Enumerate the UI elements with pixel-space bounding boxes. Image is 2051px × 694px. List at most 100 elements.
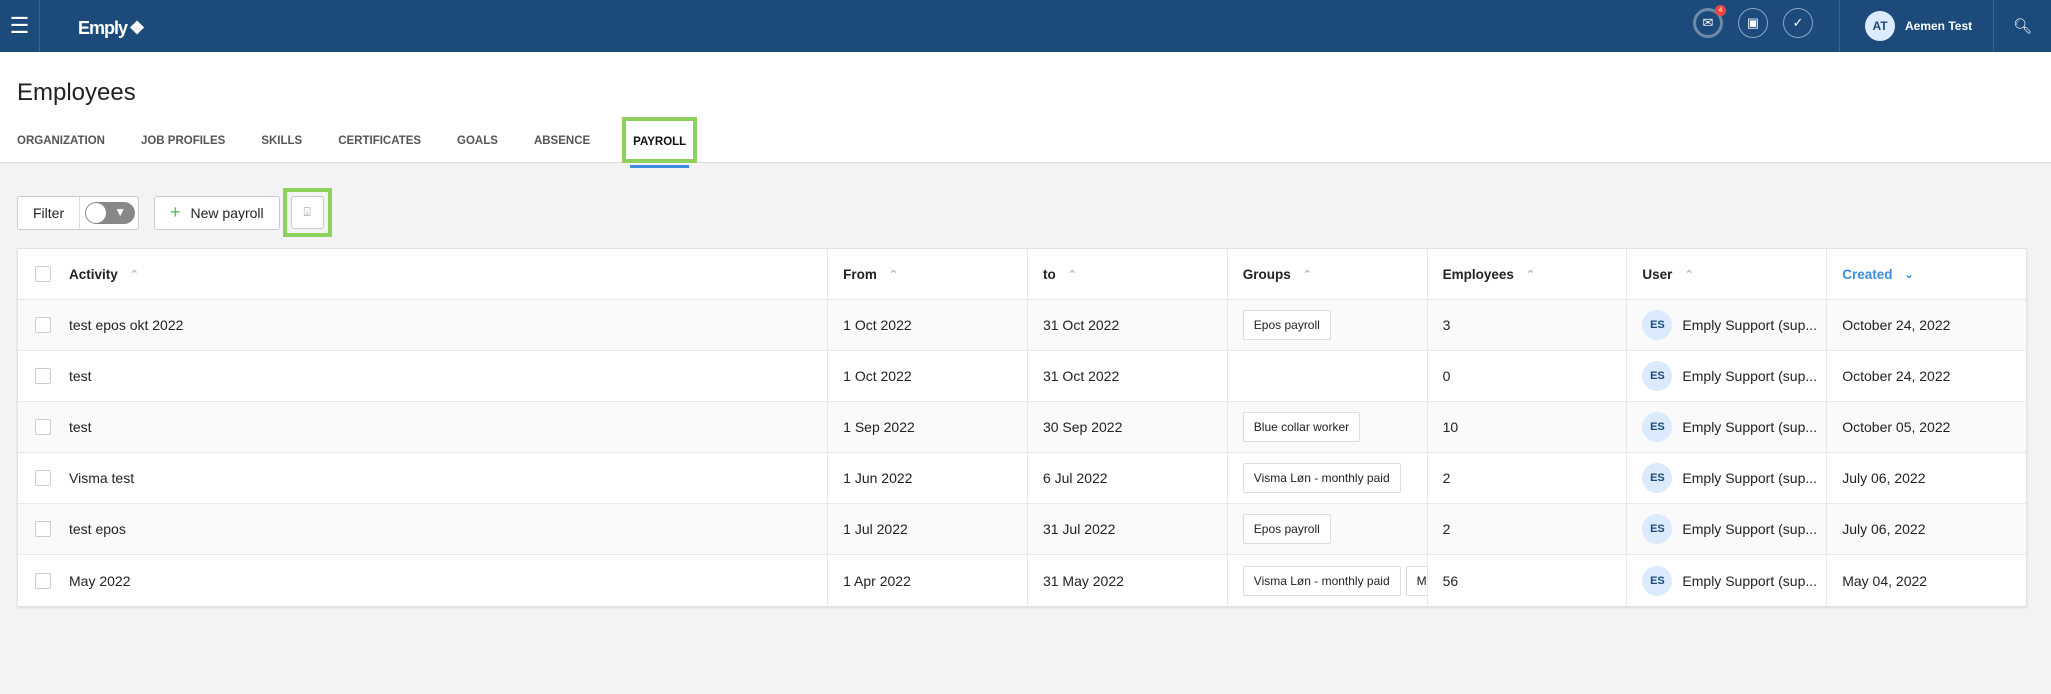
row-checkbox[interactable] bbox=[35, 572, 51, 589]
activity-name[interactable]: test epos bbox=[69, 521, 126, 537]
table-row[interactable]: May 2022 1 Apr 2022 31 May 2022 Visma Løn -… bbox=[18, 555, 2026, 606]
sort-desc-icon[interactable]: ⌄ bbox=[1905, 268, 1914, 281]
notification-badge: 4 bbox=[1715, 5, 1726, 16]
export-button[interactable]: ⍗ bbox=[290, 196, 324, 229]
tab-job-profiles[interactable]: JOB PROFILES bbox=[141, 129, 225, 163]
employee-count: 10 bbox=[1442, 419, 1459, 435]
from-date: 1 Apr 2022 bbox=[843, 572, 911, 589]
table-row[interactable]: test 1 Sep 2022 30 Sep 2022 Blue collar wor… bbox=[18, 402, 2026, 453]
created-cell: July 06, 2022 bbox=[1826, 453, 2026, 503]
to-cell: 31 May 2022 bbox=[1026, 555, 1227, 606]
employee-count: 3 bbox=[1442, 317, 1451, 333]
created-date: October 05, 2022 bbox=[1842, 419, 1951, 435]
activity-name[interactable]: test bbox=[69, 419, 92, 435]
row-checkbox[interactable] bbox=[35, 317, 51, 333]
from-date: 1 Sep 2022 bbox=[843, 419, 915, 435]
column-header-label: Groups bbox=[1242, 266, 1291, 282]
row-checkbox[interactable] bbox=[35, 470, 51, 486]
activity-cell: test bbox=[18, 351, 827, 401]
to-date: 6 Jul 2022 bbox=[1042, 470, 1108, 486]
to-cell: 31 Jul 2022 bbox=[1026, 504, 1227, 554]
activity-name[interactable]: May 2022 bbox=[69, 573, 130, 589]
column-header-created[interactable]: Created ⌄ bbox=[1826, 249, 2026, 299]
logo[interactable]: Emply ❖ bbox=[76, 12, 145, 41]
messages-button[interactable]: ✉ 4 bbox=[1693, 5, 1726, 38]
search-icon: 🔍︎ bbox=[2012, 18, 2033, 35]
sort-asc-icon[interactable]: ⌃ bbox=[889, 268, 898, 281]
tab-payroll[interactable]: PAYROLL bbox=[622, 117, 698, 168]
group-tag: Visma Løn - monthly paid bbox=[1242, 565, 1401, 596]
activity-name[interactable]: test epos okt 2022 bbox=[69, 317, 183, 333]
new-payroll-button[interactable]: + New payroll bbox=[154, 195, 280, 230]
from-cell: 1 Jul 2022 bbox=[827, 504, 1027, 554]
groups-cell: Epos payroll bbox=[1226, 300, 1427, 350]
plus-icon: + bbox=[170, 202, 181, 222]
user-avatar: ES bbox=[1642, 412, 1673, 442]
calendar-button[interactable]: ▣ bbox=[1738, 8, 1768, 38]
column-header-employees[interactable]: Employees ⌃ bbox=[1426, 249, 1627, 299]
user-name: Emply Support (sup... bbox=[1682, 368, 1818, 384]
table-row[interactable]: Visma test 1 Jun 2022 6 Jul 2022 Visma Løn … bbox=[18, 453, 2026, 504]
menu-icon[interactable]: ☰ bbox=[0, 0, 40, 52]
created-cell: October 24, 2022 bbox=[1826, 351, 2026, 401]
column-header-from[interactable]: From ⌃ bbox=[827, 249, 1027, 299]
table-row[interactable]: test 1 Oct 2022 31 Oct 2022 0 ES Emply Suppor… bbox=[18, 351, 2026, 402]
group-tag: Visma Løn - monthly paid bbox=[1242, 463, 1401, 493]
created-cell: October 05, 2022 bbox=[1826, 402, 2026, 452]
tasks-button[interactable]: ✓ bbox=[1783, 8, 1813, 38]
from-cell: 1 Apr 2022 bbox=[827, 555, 1027, 606]
filter-toggle[interactable]: ▼ bbox=[85, 201, 136, 224]
employees-cell: 2 bbox=[1426, 453, 1627, 503]
row-checkbox[interactable] bbox=[35, 521, 51, 537]
groups-cell bbox=[1226, 351, 1427, 401]
groups-cell: Epos payroll bbox=[1226, 504, 1427, 554]
user-name: Emply Support (sup... bbox=[1682, 419, 1818, 435]
select-all-checkbox[interactable] bbox=[35, 266, 51, 282]
avatar: AT bbox=[1865, 11, 1895, 41]
logo-text: Emply bbox=[78, 17, 128, 38]
to-cell: 31 Oct 2022 bbox=[1026, 300, 1227, 350]
column-header-label: User bbox=[1642, 266, 1673, 282]
from-date: 1 Jun 2022 bbox=[843, 470, 913, 486]
tab-absence[interactable]: ABSENCE bbox=[534, 129, 590, 163]
from-date: 1 Oct 2022 bbox=[843, 317, 912, 333]
sort-asc-icon[interactable]: ⌃ bbox=[1068, 268, 1077, 281]
table-header-row: Activity ⌃ From ⌃ to ⌃ Groups ⌃ Employees ⌃ User ⌃ C… bbox=[18, 249, 2026, 300]
column-header-to[interactable]: to ⌃ bbox=[1026, 249, 1227, 299]
user-avatar: ES bbox=[1642, 565, 1673, 596]
tab-skills[interactable]: SKILLS bbox=[261, 129, 302, 163]
activity-name[interactable]: test bbox=[69, 368, 92, 384]
filter-button[interactable]: Filter ▼ bbox=[17, 195, 139, 230]
activity-cell: Visma test bbox=[18, 453, 827, 503]
export-icon: ⍗ bbox=[303, 205, 311, 219]
row-checkbox[interactable] bbox=[35, 368, 51, 384]
calendar-icon: ▣ bbox=[1746, 15, 1760, 30]
logo-mark-icon: ❖ bbox=[129, 17, 145, 38]
table-row[interactable]: test epos okt 2022 1 Oct 2022 31 Oct 2022 E… bbox=[18, 300, 2026, 351]
tab-goals[interactable]: GOALS bbox=[457, 129, 498, 163]
created-date: July 06, 2022 bbox=[1842, 470, 1926, 486]
activity-name[interactable]: Visma test bbox=[69, 470, 134, 486]
sort-asc-icon[interactable]: ⌃ bbox=[1684, 268, 1693, 281]
column-header-groups[interactable]: Groups ⌃ bbox=[1226, 249, 1427, 299]
tab-organization[interactable]: ORGANIZATION bbox=[17, 129, 105, 163]
groups-cell: Visma Løn - monthly paidMo bbox=[1226, 555, 1427, 606]
employee-count: 2 bbox=[1442, 470, 1451, 486]
table-row[interactable]: test epos 1 Jul 2022 31 Jul 2022 Epos payro… bbox=[18, 504, 2026, 555]
to-date: 31 Jul 2022 bbox=[1042, 521, 1116, 537]
payroll-table: Activity ⌃ From ⌃ to ⌃ Groups ⌃ Employees ⌃ User ⌃ C… bbox=[17, 248, 2027, 607]
search-button[interactable]: 🔍︎ bbox=[1993, 0, 2051, 52]
to-cell: 6 Jul 2022 bbox=[1026, 453, 1227, 503]
to-date: 30 Sep 2022 bbox=[1042, 419, 1123, 435]
column-header-user[interactable]: User ⌃ bbox=[1626, 249, 1826, 299]
tab-certificates[interactable]: CERTIFICATES bbox=[338, 129, 421, 163]
sort-asc-icon[interactable]: ⌃ bbox=[1303, 268, 1312, 281]
column-header-label: Activity bbox=[69, 266, 118, 282]
to-cell: 31 Oct 2022 bbox=[1026, 351, 1227, 401]
from-date: 1 Oct 2022 bbox=[843, 368, 912, 384]
user-avatar: ES bbox=[1642, 514, 1673, 544]
sort-asc-icon[interactable]: ⌃ bbox=[130, 268, 139, 281]
row-checkbox[interactable] bbox=[35, 419, 51, 435]
sort-asc-icon[interactable]: ⌃ bbox=[1526, 268, 1535, 281]
column-header-activity[interactable]: Activity ⌃ bbox=[18, 249, 827, 299]
